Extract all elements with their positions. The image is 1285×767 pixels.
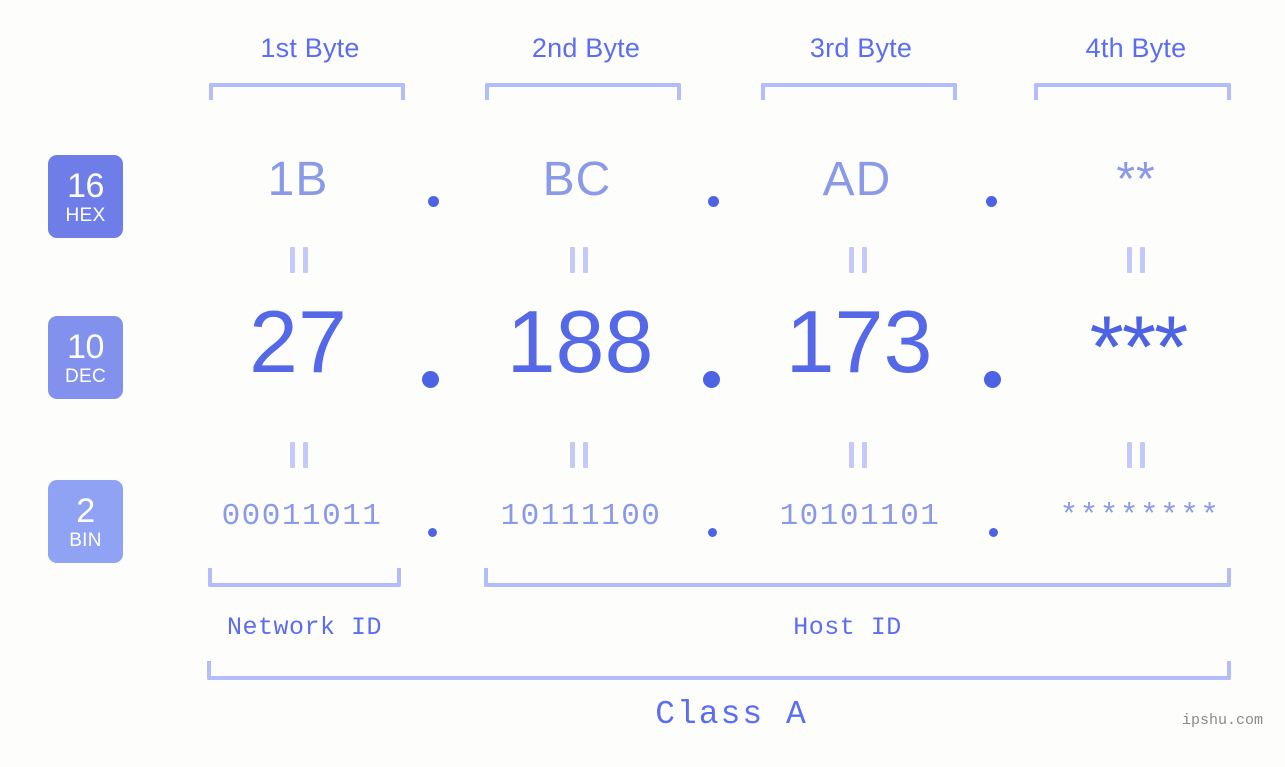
equals-connector-hex-dec-1: [290, 247, 308, 273]
equals-connector-hex-dec-2: [570, 247, 588, 273]
hex-separator-dot-3: [986, 196, 997, 207]
dec-byte-2: 188: [506, 292, 654, 391]
equals-connector-dec-bin-3: [849, 442, 867, 468]
equals-connector-hex-dec-3: [849, 247, 867, 273]
byte-label-1: 1st Byte: [260, 33, 360, 63]
host-id-bracket: [484, 568, 1231, 587]
equals-connector-dec-bin-2: [570, 442, 588, 468]
dec-byte-3: 173: [785, 292, 933, 391]
radix-badge-hex-name: HEX: [65, 204, 106, 226]
hex-byte-2: BC: [542, 153, 612, 206]
equals-connector-dec-bin-1: [290, 442, 308, 468]
byte-bracket-3: [761, 83, 957, 100]
host-id-label: Host ID: [793, 613, 902, 642]
byte-label-3: 3rd Byte: [809, 33, 913, 63]
byte-label-2: 2nd Byte: [531, 33, 641, 63]
bin-byte-1: 00011011: [221, 499, 383, 534]
ip-address-breakdown-diagram: 1st Byte 2nd Byte 3rd Byte 4th Byte 16 H…: [0, 0, 1285, 767]
hex-byte-3: AD: [822, 153, 892, 206]
dec-separator-dot-2: [703, 371, 720, 388]
class-label: Class A: [655, 696, 808, 733]
class-bracket: [207, 661, 1231, 680]
hex-byte-4: **: [1116, 153, 1156, 206]
dec-byte-1: 27: [249, 292, 347, 391]
dec-separator-dot-1: [422, 371, 439, 388]
byte-bracket-2: [485, 83, 681, 100]
bin-byte-4: ********: [1059, 499, 1221, 534]
dec-separator-dot-3: [984, 371, 1001, 388]
bin-separator-dot-2: [708, 528, 717, 537]
radix-badge-hex-number: 16: [67, 166, 104, 205]
byte-bracket-4: [1034, 83, 1231, 100]
radix-badge-dec: 10 DEC: [48, 316, 123, 399]
equals-connector-dec-bin-4: [1127, 442, 1145, 468]
bin-byte-3: 10101101: [779, 499, 941, 534]
byte-label-4: 4th Byte: [1085, 33, 1187, 63]
hex-separator-dot-2: [708, 196, 719, 207]
radix-badge-bin: 2 BIN: [48, 480, 123, 563]
radix-badge-bin-number: 2: [76, 491, 95, 530]
radix-badge-dec-name: DEC: [64, 365, 106, 387]
network-id-label: Network ID: [226, 613, 383, 642]
dec-byte-4: ***: [1089, 297, 1189, 396]
site-watermark: ipshu.com: [1181, 712, 1263, 729]
bin-separator-dot-3: [989, 528, 998, 537]
equals-connector-hex-dec-4: [1127, 247, 1145, 273]
radix-badge-bin-name: BIN: [69, 529, 102, 551]
hex-separator-dot-1: [428, 196, 439, 207]
bin-byte-2: 10111100: [500, 499, 662, 534]
radix-badge-hex: 16 HEX: [48, 155, 123, 238]
bin-separator-dot-1: [428, 528, 437, 537]
byte-bracket-1: [209, 83, 405, 100]
hex-byte-1: 1B: [267, 153, 329, 206]
radix-badge-dec-number: 10: [67, 327, 104, 366]
network-id-bracket: [208, 568, 401, 587]
